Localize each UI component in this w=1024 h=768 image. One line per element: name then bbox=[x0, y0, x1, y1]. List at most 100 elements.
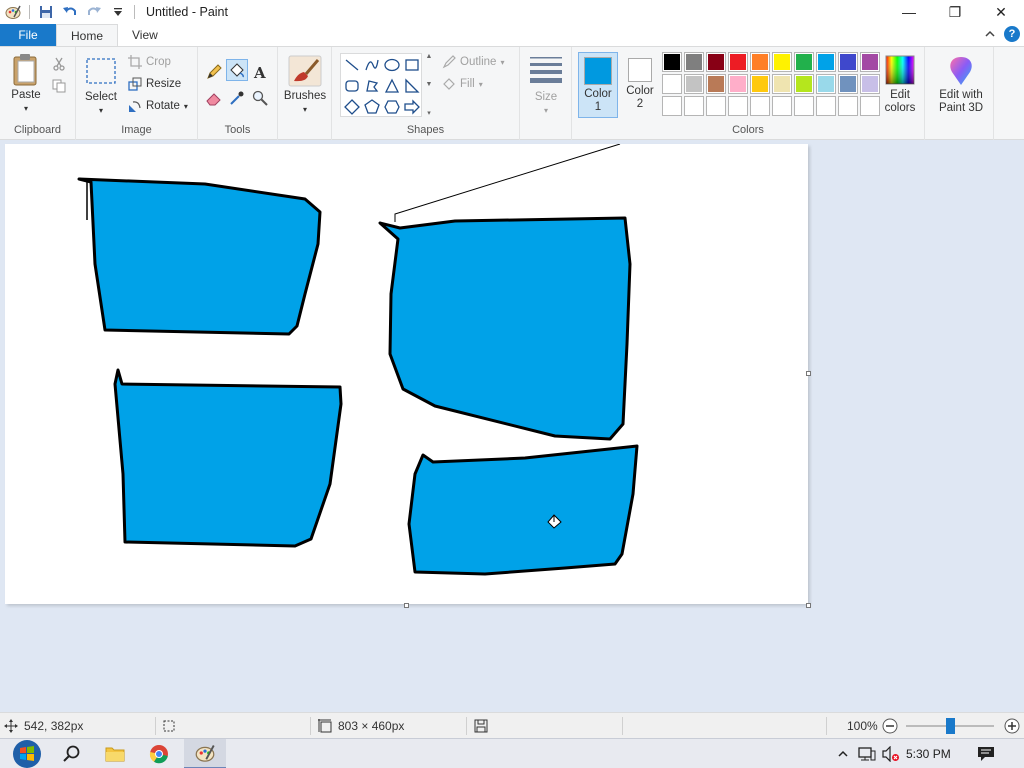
resize-button[interactable]: Resize bbox=[128, 74, 181, 94]
palette-swatch[interactable] bbox=[706, 52, 726, 72]
polygon-shape-icon bbox=[366, 80, 379, 92]
color-picker-tool[interactable] bbox=[226, 87, 248, 109]
oval-shape[interactable] bbox=[382, 55, 402, 75]
undo-icon[interactable] bbox=[59, 1, 81, 23]
color1-button[interactable]: Color 1 bbox=[578, 52, 618, 118]
tab-file[interactable]: File bbox=[0, 24, 56, 46]
eraser-tool[interactable] bbox=[203, 87, 225, 109]
triangle-shape[interactable] bbox=[382, 76, 402, 96]
zoom-out-button[interactable] bbox=[882, 713, 898, 739]
network-button[interactable] bbox=[856, 739, 878, 768]
fill-tool[interactable] bbox=[226, 59, 248, 81]
zoom-in-button[interactable] bbox=[1004, 713, 1020, 739]
palette-swatch[interactable] bbox=[750, 96, 770, 116]
palette-swatch[interactable] bbox=[662, 74, 682, 94]
cut-button[interactable] bbox=[48, 53, 70, 75]
arrow-shape[interactable] bbox=[402, 97, 422, 117]
crop-button[interactable]: Crop bbox=[128, 52, 171, 72]
palette-swatch[interactable] bbox=[728, 96, 748, 116]
fill-button[interactable]: Fill ▾ bbox=[442, 74, 483, 94]
palette-swatch[interactable] bbox=[750, 52, 770, 72]
edit-colors-button[interactable]: Edit colors bbox=[878, 55, 922, 115]
palette-swatch[interactable] bbox=[794, 52, 814, 72]
collapse-ribbon-icon[interactable] bbox=[984, 28, 996, 40]
select-button[interactable]: Select ▾ bbox=[82, 57, 120, 117]
palette-swatch[interactable] bbox=[794, 74, 814, 94]
rotate-button[interactable]: Rotate ▾ bbox=[128, 96, 188, 116]
palette-swatch[interactable] bbox=[662, 52, 682, 72]
gallery-expand-icon[interactable]: ▾ bbox=[427, 109, 431, 117]
brushes-button[interactable]: Brushes ▾ bbox=[284, 55, 326, 116]
palette-swatch[interactable] bbox=[816, 74, 836, 94]
palette-swatch[interactable] bbox=[838, 96, 858, 116]
outline-button[interactable]: Outline ▾ bbox=[442, 52, 504, 72]
maximize-button[interactable]: ❐ bbox=[932, 0, 978, 24]
palette-swatch[interactable] bbox=[860, 96, 880, 116]
palette-swatch[interactable] bbox=[684, 96, 704, 116]
text-tool[interactable]: A bbox=[249, 61, 271, 83]
copy-button[interactable] bbox=[48, 75, 70, 97]
palette-swatch[interactable] bbox=[838, 74, 858, 94]
polygon-shape[interactable] bbox=[362, 76, 382, 96]
drawing-canvas[interactable] bbox=[5, 144, 808, 604]
rectangle-shape[interactable] bbox=[402, 55, 422, 75]
close-button[interactable]: ✕ bbox=[978, 0, 1024, 24]
palette-swatch[interactable] bbox=[772, 96, 792, 116]
show-hidden-icons-button[interactable] bbox=[834, 739, 852, 768]
help-icon[interactable]: ? bbox=[1004, 26, 1020, 42]
curve-shape[interactable] bbox=[362, 55, 382, 75]
right-triangle-shape[interactable] bbox=[402, 76, 422, 96]
window-title: Untitled - Paint bbox=[146, 5, 228, 19]
rounded-rectangle-shape[interactable] bbox=[342, 76, 362, 96]
search-button[interactable] bbox=[54, 739, 90, 768]
redo-icon[interactable] bbox=[83, 1, 105, 23]
palette-swatch[interactable] bbox=[706, 96, 726, 116]
palette-swatch[interactable] bbox=[684, 52, 704, 72]
pentagon-shape[interactable] bbox=[362, 97, 382, 117]
palette-swatch[interactable] bbox=[772, 52, 792, 72]
taskbar-clock[interactable]: 5:30 PM bbox=[906, 739, 951, 768]
resize-handle-bottom[interactable] bbox=[404, 603, 409, 608]
taskbar-chrome[interactable] bbox=[140, 739, 178, 768]
start-button[interactable] bbox=[4, 739, 50, 768]
diamond-shape[interactable] bbox=[342, 97, 362, 117]
palette-swatch[interactable] bbox=[728, 52, 748, 72]
palette-swatch[interactable] bbox=[860, 74, 880, 94]
palette-swatch[interactable] bbox=[794, 96, 814, 116]
palette-swatch[interactable] bbox=[706, 74, 726, 94]
zoom-slider-thumb[interactable] bbox=[946, 718, 955, 734]
hexagon-shape[interactable] bbox=[382, 97, 402, 117]
tab-home[interactable]: Home bbox=[56, 24, 119, 46]
palette-swatch[interactable] bbox=[750, 74, 770, 94]
resize-handle-corner[interactable] bbox=[806, 603, 811, 608]
palette-swatch[interactable] bbox=[728, 74, 748, 94]
palette-swatch[interactable] bbox=[816, 52, 836, 72]
palette-swatch[interactable] bbox=[816, 96, 836, 116]
palette-swatch[interactable] bbox=[684, 74, 704, 94]
magnifier-tool[interactable] bbox=[249, 87, 271, 109]
taskbar-paint[interactable] bbox=[184, 739, 226, 768]
palette-swatch[interactable] bbox=[860, 52, 880, 72]
save-icon[interactable] bbox=[35, 1, 57, 23]
shapes-gallery-scroll[interactable]: ▲ ▼ ▾ bbox=[423, 53, 435, 117]
volume-button[interactable] bbox=[880, 739, 902, 768]
palette-swatch[interactable] bbox=[838, 52, 858, 72]
resize-handle-right[interactable] bbox=[806, 371, 811, 376]
pencil-tool[interactable] bbox=[203, 61, 225, 83]
edit-with-paint3d-button[interactable]: Edit with Paint 3D bbox=[931, 55, 991, 115]
taskbar-file-explorer[interactable] bbox=[96, 739, 134, 768]
palette-swatch[interactable] bbox=[772, 74, 792, 94]
action-center-button[interactable] bbox=[970, 739, 1002, 768]
scroll-up-icon[interactable]: ▲ bbox=[426, 53, 433, 60]
size-button[interactable]: Size ▾ bbox=[526, 55, 566, 117]
minimize-button[interactable]: — bbox=[886, 0, 932, 24]
clipboard-icon bbox=[13, 54, 37, 86]
line-shape[interactable] bbox=[342, 55, 362, 75]
paint-app-icon[interactable] bbox=[2, 1, 24, 23]
scroll-down-icon[interactable]: ▼ bbox=[426, 81, 433, 88]
tab-view[interactable]: View bbox=[118, 24, 172, 46]
paste-button[interactable]: Paste ▾ bbox=[6, 53, 46, 115]
customize-qat-icon[interactable] bbox=[107, 1, 129, 23]
palette-swatch[interactable] bbox=[662, 96, 682, 116]
color2-button[interactable]: Color 2 bbox=[620, 52, 660, 118]
